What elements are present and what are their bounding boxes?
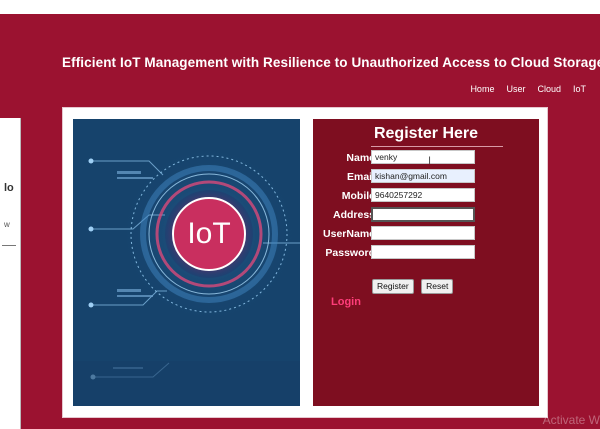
text-cursor-icon: I [428,155,432,167]
site-header: Efficient IoT Management with Resilience… [20,14,600,104]
password-input[interactable] [371,245,475,259]
address-row: Address [313,207,539,225]
nav-user[interactable]: User [506,84,525,94]
os-activation-watermark: Activate W [542,413,600,427]
content-box: IoT Register Here Name Email Mobile Addr… [62,107,548,418]
iot-center-label: IoT [187,217,231,250]
form-title: Register Here [373,125,479,142]
password-row: Password [313,245,539,263]
email-row: Email [313,169,539,187]
username-row: UserName [313,226,539,244]
register-form: Register Here Name Email Mobile Address … [313,119,539,406]
nav-iot[interactable]: IoT [573,84,586,94]
reset-button[interactable]: Reset [421,278,454,294]
form-buttons: Register Reset [372,276,456,294]
page-title: Efficient IoT Management with Resilience… [62,55,600,70]
email-input[interactable] [371,169,475,183]
iot-illustration: IoT [73,119,300,406]
nav-cloud[interactable]: Cloud [537,84,561,94]
mobile-row: Mobile [313,188,539,206]
background-window-divider [2,245,16,246]
username-input[interactable] [371,226,475,240]
name-input[interactable] [371,150,475,164]
mobile-label: Mobile [341,190,375,202]
nav-home[interactable]: Home [470,84,494,94]
register-button[interactable]: Register [372,278,414,294]
mobile-input[interactable] [371,188,475,202]
title-underline [371,146,503,147]
main-nav: Home User Cloud IoT [458,84,586,94]
background-window-edge[interactable]: lo w [0,118,21,429]
password-label: Password [325,247,375,259]
login-link[interactable]: Login [331,296,361,308]
address-input[interactable] [371,207,475,222]
background-window-subtext: w [4,220,10,229]
iot-circuit-graphic [73,119,300,406]
address-label: Address [332,209,375,221]
background-window-text: lo [4,182,14,194]
top-white-strip [0,0,600,14]
username-label: UserName [323,228,375,240]
name-row: Name [313,150,539,168]
